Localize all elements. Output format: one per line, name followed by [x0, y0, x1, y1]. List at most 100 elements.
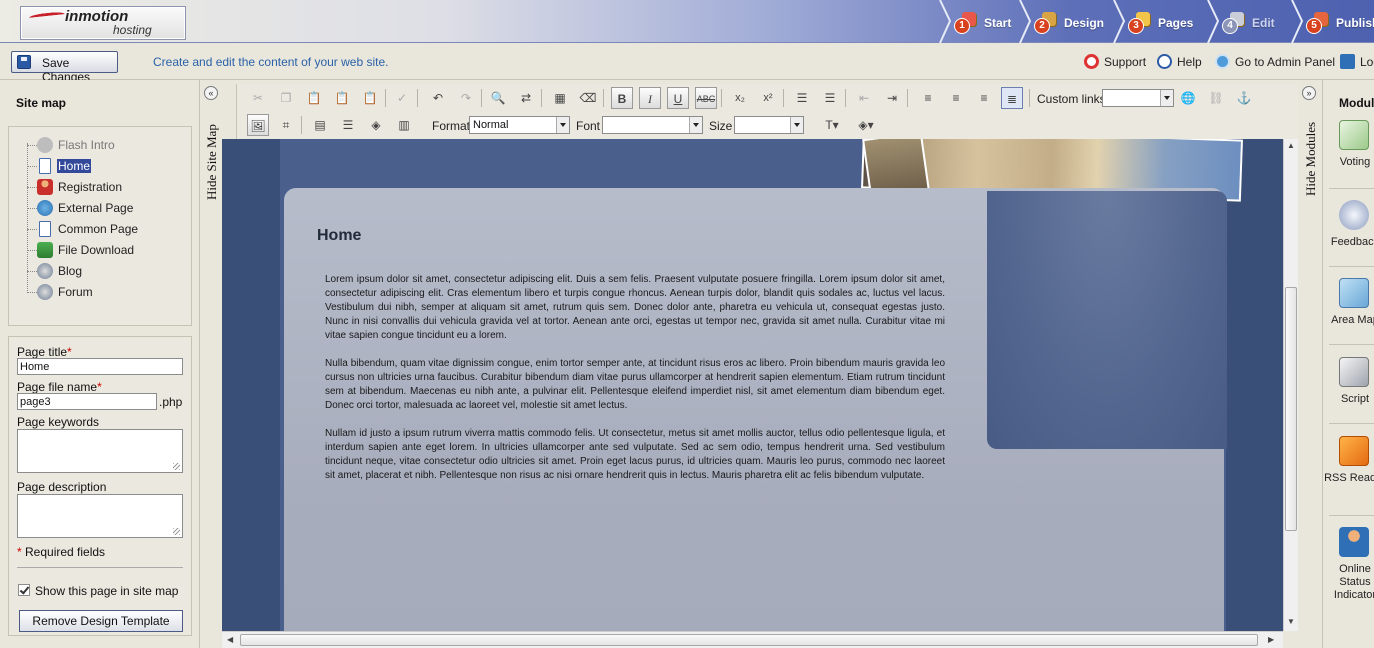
content-paragraph[interactable]: Nulla bibendum, quam vitae dignissim con…: [325, 357, 945, 413]
link-icon[interactable]: 🌐: [1177, 87, 1199, 109]
user-icon: [37, 179, 53, 195]
horizontal-scroll-thumb[interactable]: [240, 634, 1258, 646]
tree-item-flash-intro[interactable]: Flash Intro: [27, 136, 187, 154]
file-extension: .php: [159, 395, 183, 409]
scroll-right-icon[interactable]: ▶: [1268, 635, 1274, 644]
hide-modules-label[interactable]: Hide Modules: [1303, 114, 1319, 196]
size-select[interactable]: [734, 116, 804, 134]
help-link[interactable]: Help: [1157, 54, 1202, 69]
module-divider: [1329, 188, 1374, 189]
vertical-scrollbar[interactable]: ▲ ▼: [1283, 139, 1298, 631]
page-heading[interactable]: Home: [317, 227, 361, 245]
sidebar-panel: [987, 191, 1227, 449]
undo-icon[interactable]: ↶: [427, 87, 449, 109]
show-in-sitemap-checkbox[interactable]: [18, 584, 30, 596]
subscript-icon[interactable]: x₂: [729, 87, 751, 109]
horizontal-scrollbar[interactable]: ◀ ▶: [222, 631, 1283, 648]
content-paragraph[interactable]: Lorem ipsum dolor sit amet, consectetur …: [325, 273, 945, 343]
bold-icon[interactable]: B: [611, 87, 633, 109]
admin-panel-link[interactable]: Go to Admin Panel: [1215, 54, 1335, 69]
page-title-input[interactable]: [17, 358, 183, 375]
file-name-input[interactable]: [17, 393, 157, 410]
voting-icon: [1339, 120, 1369, 150]
horizontal-rule-icon[interactable]: ☰: [337, 114, 359, 136]
align-left-icon[interactable]: ≡: [917, 87, 939, 109]
indent-icon[interactable]: ⇥: [881, 87, 903, 109]
custom-links-select[interactable]: [1102, 89, 1174, 107]
replace-icon[interactable]: ⇄: [515, 87, 537, 109]
step-design[interactable]: 2 Design: [1018, 0, 1110, 43]
vertical-scroll-thumb[interactable]: [1285, 287, 1297, 531]
page-icon: [39, 221, 51, 237]
strikethrough-icon[interactable]: ABC: [695, 87, 717, 109]
insert-flash-icon[interactable]: ◈: [365, 114, 387, 136]
tree-item-registration[interactable]: Registration: [27, 178, 187, 196]
step-label: Publish: [1336, 16, 1374, 30]
underline-icon[interactable]: U: [667, 87, 689, 109]
justify-icon[interactable]: ≣: [1001, 87, 1023, 109]
start-step-icon: 1: [954, 10, 978, 34]
hide-modules-strip[interactable]: » Hide Modules: [1298, 80, 1322, 648]
page-break-icon[interactable]: ▥: [393, 114, 415, 136]
content-paragraph[interactable]: Nullam id justo a ipsum rutrum viverra m…: [325, 427, 945, 483]
map-icon: [1339, 278, 1369, 308]
scroll-left-icon[interactable]: ◀: [227, 635, 233, 644]
superscript-icon[interactable]: x²: [757, 87, 779, 109]
editor-canvas[interactable]: Home Lorem ipsum dolor sit amet, consect…: [222, 139, 1298, 631]
numbered-list-icon[interactable]: ☰: [791, 87, 813, 109]
step-edit[interactable]: 4 Edit: [1206, 0, 1286, 43]
tree-item-forum[interactable]: Forum: [27, 283, 187, 301]
find-icon[interactable]: 🔍: [487, 87, 509, 109]
support-link[interactable]: Support: [1084, 54, 1146, 69]
insert-image-icon[interactable]: 🖼: [247, 114, 269, 136]
collapse-right-icon[interactable]: »: [1302, 86, 1316, 100]
text-color-icon[interactable]: T▾: [817, 114, 847, 136]
spellcheck-icon[interactable]: ✓: [391, 87, 413, 109]
italic-icon[interactable]: I: [639, 87, 661, 109]
hide-site-map-label[interactable]: Hide Site Map: [204, 114, 220, 200]
top-bar: inmotion hosting 1 Start 2 Design 3 Page…: [0, 0, 1374, 43]
logout-link[interactable]: Log out: [1340, 54, 1374, 69]
format-select[interactable]: Normal: [469, 116, 570, 134]
collapse-left-icon[interactable]: «: [204, 86, 218, 100]
hide-site-map-strip[interactable]: « Hide Site Map: [201, 80, 222, 648]
tree-item-external-page[interactable]: External Page: [27, 199, 187, 217]
step-pages[interactable]: 3 Pages: [1112, 0, 1198, 43]
align-center-icon[interactable]: ≡: [945, 87, 967, 109]
crop-icon[interactable]: ⌗: [275, 114, 297, 136]
feedback-icon: [1339, 200, 1369, 230]
tree-item-home[interactable]: Home: [27, 157, 187, 175]
font-select[interactable]: [602, 116, 703, 134]
toolbar-separator: [721, 89, 722, 107]
remove-design-template-button[interactable]: Remove Design Template: [19, 610, 183, 632]
remove-format-icon[interactable]: ⌫: [577, 87, 599, 109]
anchor-icon[interactable]: ⚓: [1233, 87, 1255, 109]
save-changes-button[interactable]: Save Changes: [11, 51, 118, 84]
step-publish[interactable]: 5 Publish: [1290, 0, 1374, 43]
tree-item-common-page[interactable]: Common Page: [27, 220, 187, 238]
step-start[interactable]: 1 Start: [938, 0, 1022, 43]
module-divider: [1329, 344, 1374, 345]
select-all-icon[interactable]: ▦: [549, 87, 571, 109]
unlink-icon[interactable]: ⛓: [1205, 87, 1227, 109]
design-step-icon: 2: [1034, 10, 1058, 34]
redo-icon[interactable]: ↷: [455, 87, 477, 109]
insert-table-icon[interactable]: ▤: [309, 114, 331, 136]
background-color-icon[interactable]: ◈▾: [851, 114, 881, 136]
scroll-down-icon[interactable]: ▼: [1287, 617, 1295, 626]
scroll-up-icon[interactable]: ▲: [1287, 141, 1295, 150]
toolbar-separator: [603, 89, 604, 107]
paste-icon[interactable]: 📋: [303, 87, 325, 109]
tree-item-file-download[interactable]: File Download: [27, 241, 187, 259]
outdent-icon[interactable]: ⇤: [853, 87, 875, 109]
tree-item-blog[interactable]: Blog: [27, 262, 187, 280]
paste-text-icon[interactable]: 📋: [331, 87, 353, 109]
copy-icon[interactable]: ❐: [275, 87, 297, 109]
cut-icon[interactable]: ✂: [247, 87, 269, 109]
page-description-textarea[interactable]: [17, 494, 183, 538]
page-keywords-textarea[interactable]: [17, 429, 183, 473]
paste-word-icon[interactable]: 📋: [359, 87, 381, 109]
align-right-icon[interactable]: ≡: [973, 87, 995, 109]
bulleted-list-icon[interactable]: ☰: [819, 87, 841, 109]
modules-title: Modules: [1339, 96, 1374, 110]
